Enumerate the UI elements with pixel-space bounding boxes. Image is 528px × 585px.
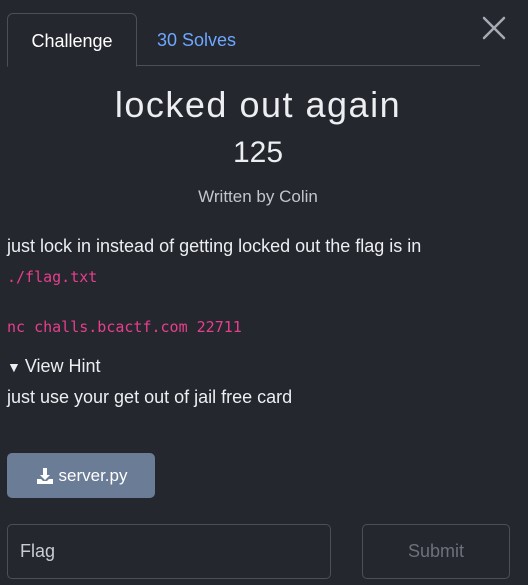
flag-path-code: ./flag.txt (7, 268, 98, 286)
close-button[interactable] (480, 14, 508, 42)
close-icon (482, 16, 506, 40)
tab-challenge[interactable]: Challenge (7, 13, 137, 67)
submit-button[interactable]: Submit (362, 524, 510, 579)
view-hint-toggle[interactable]: ▼ View Hint (7, 356, 101, 377)
flag-input[interactable] (7, 524, 331, 579)
download-file-button[interactable]: server.py (7, 453, 155, 498)
challenge-modal: Challenge 30 Solves locked out again 125… (0, 0, 528, 585)
author-name: Colin (279, 187, 318, 206)
author-prefix: Written by (198, 187, 275, 206)
challenge-points: 125 (232, 136, 284, 169)
hint-text: just use your get out of jail free card (7, 387, 293, 407)
tab-solves[interactable]: 30 Solves (157, 13, 236, 65)
tab-bar: Challenge 30 Solves (7, 13, 480, 67)
connection-command: nc challs.bcactf.com 22711 (7, 318, 242, 336)
download-icon (36, 467, 53, 484)
view-hint-label: View Hint (24, 356, 101, 376)
challenge-description: just lock in instead of getting locked o… (7, 236, 422, 256)
challenge-author: Written by Colin (0, 187, 516, 207)
file-name: server.py (58, 465, 128, 485)
caret-down-icon: ▼ (7, 359, 21, 375)
challenge-title: locked out again (114, 84, 402, 125)
